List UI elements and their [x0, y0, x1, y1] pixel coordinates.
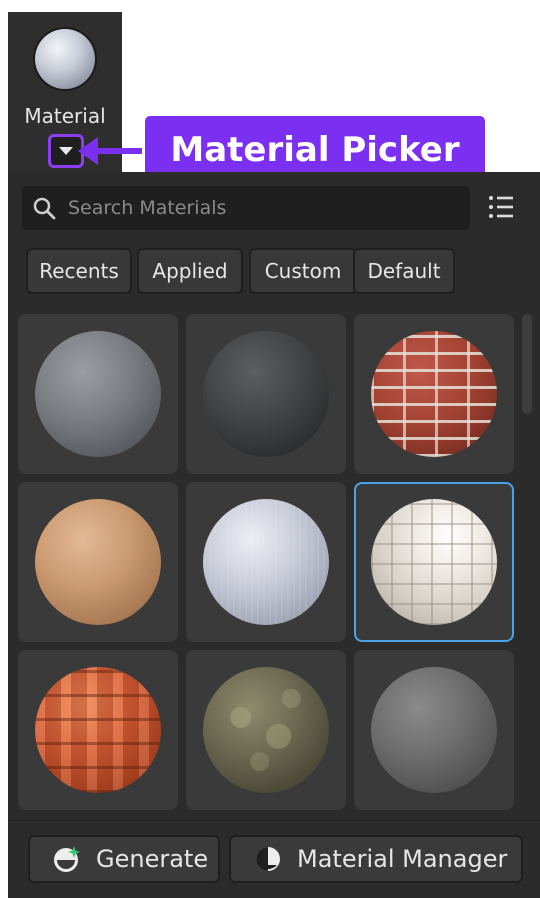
material-tile-smooth[interactable]: [354, 650, 514, 810]
sandstone-sphere: [35, 499, 161, 625]
slate-sphere: [203, 331, 329, 457]
callout-connector: [96, 148, 148, 154]
tab-default[interactable]: Default: [353, 248, 455, 294]
callout-arrow-icon: [78, 137, 98, 165]
grid-scrollbar[interactable]: [522, 314, 532, 414]
material-tile-cobblestone[interactable]: [186, 650, 346, 810]
material-picker-panel: Search Materials Recents Applied Custom …: [8, 172, 540, 898]
ceramic-tiles-sphere: [371, 499, 497, 625]
material-tile-slate[interactable]: [186, 314, 346, 474]
search-icon: [33, 197, 56, 220]
material-manager-button[interactable]: Material Manager: [229, 835, 523, 883]
material-manager-label: Material Manager: [297, 845, 508, 873]
fabric-sphere: [203, 499, 329, 625]
material-tile-fabric[interactable]: [186, 482, 346, 642]
tab-recents[interactable]: Recents: [26, 248, 132, 294]
search-materials-field[interactable]: Search Materials: [22, 186, 470, 230]
smooth-sphere: [371, 667, 497, 793]
sparkle-sphere-icon: [54, 846, 80, 872]
panel-footer: Generate Material Manager: [8, 820, 540, 898]
screen: Material Material Picker Search Material…: [0, 0, 540, 898]
concrete-sphere: [35, 331, 161, 457]
material-tile-sandstone[interactable]: [18, 482, 178, 642]
generate-label: Generate: [96, 845, 209, 873]
half-sphere-icon: [256, 847, 280, 871]
material-grid: [18, 314, 518, 834]
caret-down-icon: [59, 147, 73, 155]
material-sphere-icon: [35, 29, 95, 89]
roof-tiles-sphere: [35, 667, 161, 793]
tab-custom[interactable]: Custom: [249, 248, 357, 294]
generate-button[interactable]: Generate: [28, 835, 220, 883]
brick-sphere: [371, 331, 497, 457]
cobblestone-sphere: [203, 667, 329, 793]
tab-applied[interactable]: Applied: [137, 248, 243, 294]
material-tile-ceramic-tiles[interactable]: [354, 482, 514, 642]
list-view-icon[interactable]: [488, 194, 514, 220]
material-tile-concrete[interactable]: [18, 314, 178, 474]
material-tool-label: Material: [24, 104, 106, 128]
material-tile-roof-tiles[interactable]: [18, 650, 178, 810]
search-placeholder: Search Materials: [68, 197, 227, 219]
material-tile-brick[interactable]: [354, 314, 514, 474]
